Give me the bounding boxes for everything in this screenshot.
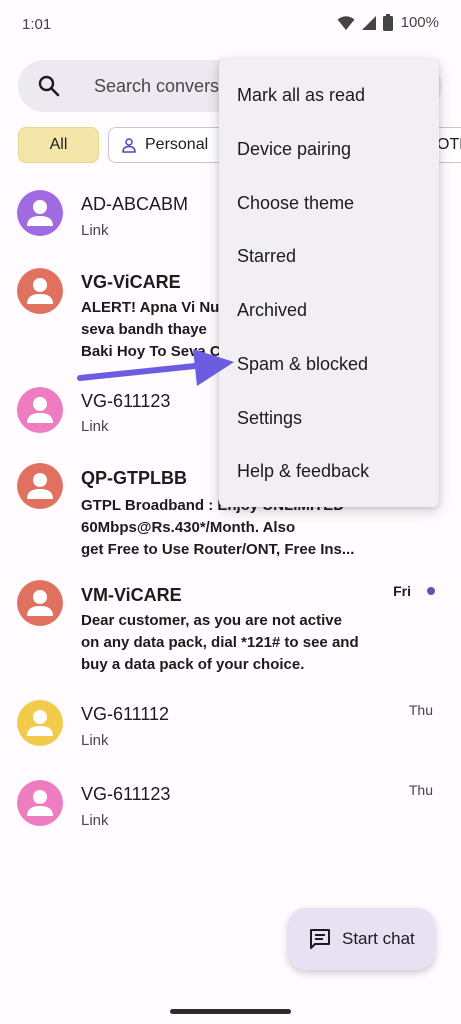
conversation-snippet: Link (81, 418, 109, 435)
conversation-name: AD-ABCABM (81, 194, 189, 214)
person-icon (17, 268, 63, 314)
avatar (17, 387, 63, 433)
conversation-name: VG-ViCARE (81, 272, 181, 292)
menu-item-archived[interactable]: Archived (219, 283, 439, 337)
conversation-name: VM-ViCARE (81, 585, 182, 605)
conversation-time: Thu (408, 782, 433, 798)
person-icon (17, 780, 63, 826)
conversation-name: VG-611112 (81, 704, 170, 724)
signal-icon (361, 15, 376, 30)
conversation-snippet: ALERT! Apna Vi Nu seva bandh thaye Baki … (81, 299, 221, 360)
conversation-name: QP-GTPLBB (81, 468, 187, 488)
battery-icon (382, 14, 393, 31)
conversation-time: Fri (393, 583, 411, 599)
menu-item-mark-all-read[interactable]: Mark all as read (219, 68, 439, 122)
person-icon (17, 387, 63, 433)
search-icon (38, 75, 60, 97)
filter-chip-all[interactable]: All (18, 127, 99, 163)
menu-item-spam-blocked[interactable]: Spam & blocked (219, 337, 439, 391)
status-time: 1:01 (22, 16, 52, 33)
filter-chip-personal[interactable]: Personal (108, 127, 228, 163)
person-icon (122, 138, 136, 153)
conversation-time: Thu (408, 702, 433, 718)
start-chat-label: Start chat (342, 929, 415, 948)
conversation-name: VG-611123 (81, 784, 171, 804)
avatar (17, 190, 63, 236)
person-icon (17, 700, 63, 746)
avatar (17, 463, 63, 509)
menu-item-starred[interactable]: Starred (219, 229, 439, 283)
menu-item-device-pairing[interactable]: Device pairing (219, 122, 439, 176)
person-icon (17, 580, 63, 626)
person-icon (17, 463, 63, 509)
person-icon (17, 190, 63, 236)
gesture-bar[interactable] (170, 1009, 291, 1014)
filter-chip-label: All (49, 136, 68, 153)
conversation-name: VG-611123 (81, 391, 171, 411)
overflow-menu: Mark all as read Device pairing Choose t… (219, 59, 439, 507)
menu-item-help-feedback[interactable]: Help & feedback (219, 444, 439, 498)
avatar (17, 580, 63, 626)
start-chat-button[interactable]: Start chat (288, 908, 435, 970)
avatar (17, 700, 63, 746)
unread-indicator (427, 587, 435, 595)
chat-icon (310, 929, 330, 949)
menu-item-settings[interactable]: Settings (219, 391, 439, 445)
menu-item-choose-theme[interactable]: Choose theme (219, 176, 439, 230)
filter-chip-label: Personal (145, 136, 209, 153)
conversation-snippet: Link (81, 222, 109, 239)
filter-chip-label: OTPs (437, 136, 461, 153)
battery-percent: 100% (400, 14, 439, 31)
wifi-icon (337, 15, 355, 30)
conversation-snippet: Dear customer, as you are not active on … (81, 612, 359, 673)
avatar (17, 780, 63, 826)
status-icons: 100% (337, 14, 439, 31)
avatar (17, 268, 63, 314)
status-bar: 1:01 100% (0, 0, 461, 50)
conversation-snippet: Link (81, 732, 109, 749)
conversation-snippet: Link (81, 812, 109, 829)
